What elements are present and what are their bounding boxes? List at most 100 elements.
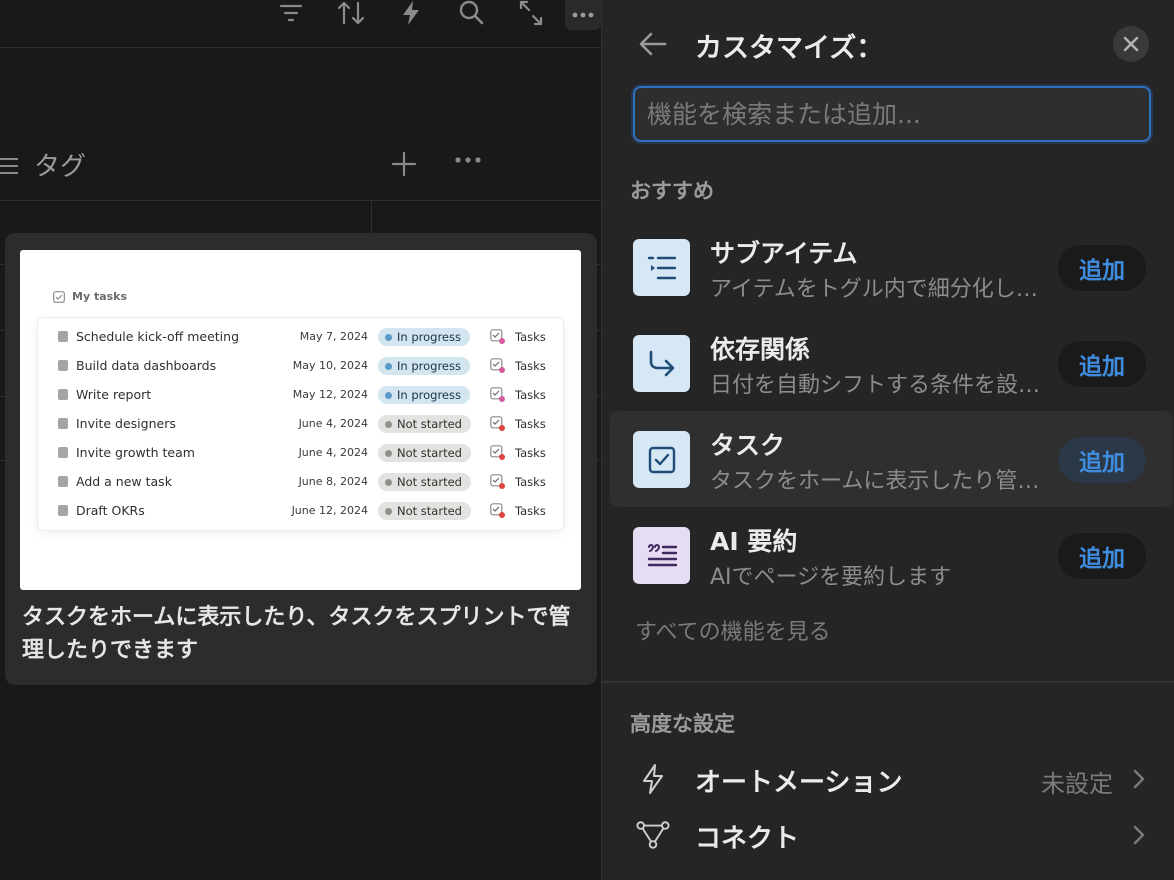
status-badge: Not started: [378, 502, 471, 520]
feature-description: AIでページを要約します: [710, 565, 952, 590]
recommended-section-label: おすすめ: [630, 179, 714, 203]
task-name: Schedule kick-off meeting: [76, 329, 240, 344]
task-date: June 8, 2024: [298, 475, 368, 488]
setting-automation[interactable]: オートメーション 未設定: [602, 753, 1174, 805]
expand-icon[interactable]: [516, 0, 546, 26]
page-icon: [58, 505, 68, 516]
close-button[interactable]: [1113, 26, 1149, 62]
lightning-icon[interactable]: [396, 0, 426, 26]
task-name: Write report: [76, 387, 152, 402]
add-tasks-button[interactable]: 追加: [1058, 437, 1146, 483]
task-name: Invite designers: [76, 416, 176, 431]
page-icon: [58, 476, 68, 487]
task-date: June 4, 2024: [298, 417, 368, 430]
table-row: Schedule kick-off meeting May 7, 2024 In p…: [38, 323, 565, 352]
plus-icon[interactable]: [390, 150, 418, 178]
task-tag: Tasks: [515, 446, 546, 460]
task-checkbox-icon: [633, 431, 690, 488]
ai-summary-icon: [633, 527, 690, 584]
feature-title: 依存関係: [710, 335, 811, 364]
setting-connect[interactable]: コネクト: [602, 809, 1174, 861]
table-row: Write report May 12, 2024 In progress Tasks: [38, 381, 565, 410]
property-label: タグ: [34, 152, 87, 182]
chevron-right-icon: [1133, 769, 1145, 789]
customize-panel: カスタマイズ： おすすめ サブアイテム アイテムをトグル内で細分化します 追加 …: [601, 0, 1174, 880]
page-icon: [58, 418, 68, 429]
property-header-tags[interactable]: タグ: [0, 142, 601, 188]
task-tag: Tasks: [515, 330, 546, 344]
feature-description: 日付を自動シフトする条件を設定します: [710, 373, 1045, 398]
task-name: Invite growth team: [76, 445, 195, 460]
task-tag: Tasks: [515, 504, 546, 518]
preview-task-list: Schedule kick-off meeting May 7, 2024 In p…: [37, 317, 564, 531]
feature-search-input[interactable]: [635, 88, 1149, 140]
task-checkbox-icon: [490, 387, 505, 402]
task-date: May 10, 2024: [292, 359, 368, 372]
task-name: Draft OKRs: [76, 503, 145, 518]
task-checkbox-icon: [490, 416, 505, 431]
more-icon: [572, 12, 594, 18]
task-date: May 12, 2024: [292, 388, 368, 401]
connect-icon: [636, 818, 670, 852]
task-name: Build data dashboards: [76, 358, 217, 373]
search-icon[interactable]: [456, 0, 486, 26]
task-checkbox-icon: [490, 503, 505, 518]
task-date: May 7, 2024: [299, 330, 368, 343]
status-badge: Not started: [378, 415, 471, 433]
dependency-arrow-icon: [633, 335, 690, 392]
filter-icon[interactable]: [276, 0, 306, 26]
preview-image: My tasks Schedule kick-off meeting May 7,…: [20, 250, 581, 590]
add-dependencies-button[interactable]: 追加: [1058, 341, 1146, 387]
page-icon: [58, 360, 68, 371]
setting-value: 未設定: [1041, 770, 1113, 798]
divider: [0, 200, 601, 201]
table-row: Invite growth team June 4, 2024 Not starte…: [38, 439, 565, 468]
lightning-icon: [636, 762, 670, 796]
task-checkbox-icon: [490, 358, 505, 373]
status-badge: In progress: [378, 357, 470, 375]
status-badge: In progress: [378, 386, 470, 404]
page-icon: [58, 389, 68, 400]
feature-description: アイテムをトグル内で細分化します: [710, 277, 1045, 302]
page-icon: [58, 331, 68, 342]
setting-label: コネクト: [695, 824, 800, 854]
back-arrow-icon[interactable]: [638, 30, 668, 58]
table-row: Invite designers June 4, 2024 Not started T…: [38, 410, 565, 439]
list-icon: [0, 158, 18, 174]
task-name: Add a new task: [76, 474, 172, 489]
status-badge: In progress: [378, 328, 470, 346]
feature-tasks[interactable]: タスク タスクをホームに表示したり管理したりします 追加: [610, 411, 1173, 507]
task-checkbox-icon: [490, 329, 505, 344]
feature-ai-summary[interactable]: AI 要約 AIでページを要約します 追加: [610, 507, 1173, 603]
table-row: Draft OKRs June 12, 2024 Not started Tasks: [38, 497, 565, 526]
database-toolbar: [0, 0, 601, 48]
chevron-right-icon: [1133, 825, 1145, 845]
divider: [602, 681, 1174, 683]
preview-heading: My tasks: [53, 290, 127, 303]
feature-search-field[interactable]: [633, 86, 1151, 142]
task-tag: Tasks: [515, 475, 546, 489]
status-badge: Not started: [378, 473, 471, 491]
advanced-section-label: 高度な設定: [630, 712, 735, 736]
checkbox-icon: [53, 290, 65, 303]
feature-title: タスク: [710, 431, 786, 460]
add-sub-items-button[interactable]: 追加: [1058, 245, 1146, 291]
task-date: June 12, 2024: [291, 504, 368, 517]
divider: [371, 200, 372, 233]
feature-dependencies[interactable]: 依存関係 日付を自動シフトする条件を設定します 追加: [610, 315, 1173, 411]
feature-description: タスクをホームに表示したり管理したりします: [710, 469, 1045, 494]
more-options-button[interactable]: [565, 0, 601, 30]
close-icon: [1123, 36, 1139, 52]
preview-caption: タスクをホームに表示したり、タスクをスプリントで管理したりできます: [22, 605, 571, 663]
feature-title: AI 要約: [710, 527, 798, 556]
add-ai-summary-button[interactable]: 追加: [1058, 533, 1146, 579]
task-date: June 4, 2024: [298, 446, 368, 459]
feature-sub-items[interactable]: サブアイテム アイテムをトグル内で細分化します 追加: [610, 219, 1173, 315]
task-tag: Tasks: [515, 359, 546, 373]
more-icon[interactable]: [454, 156, 482, 164]
see-all-features-link[interactable]: すべての機能を見る: [635, 614, 831, 646]
feature-preview-card: My tasks Schedule kick-off meeting May 7,…: [5, 233, 597, 685]
page-icon: [58, 447, 68, 458]
table-row: Add a new task June 8, 2024 Not started Tas…: [38, 468, 565, 497]
sort-icon[interactable]: [336, 0, 366, 26]
